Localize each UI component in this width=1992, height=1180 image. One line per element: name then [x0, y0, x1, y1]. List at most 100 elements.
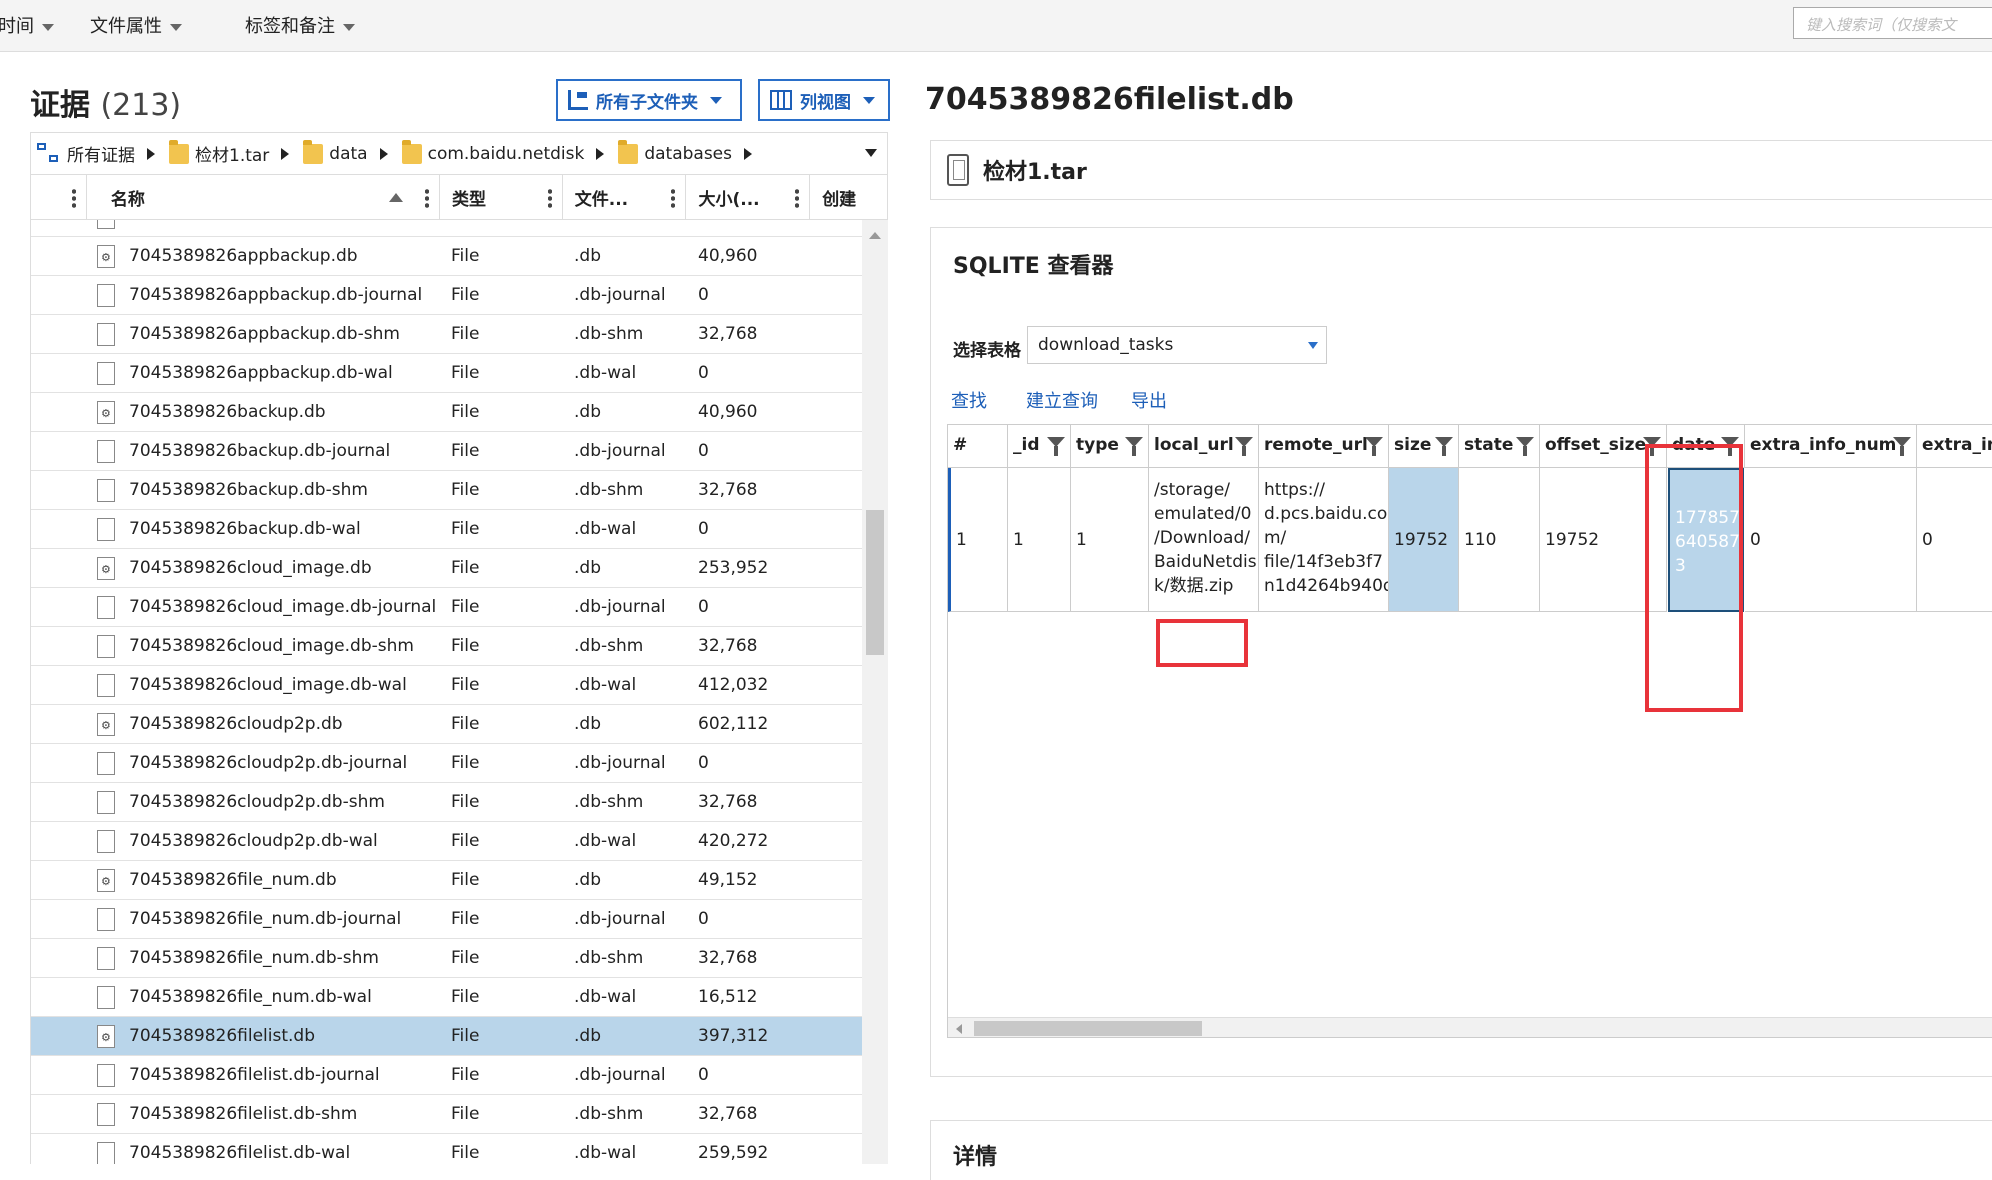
- grid-cell-remote-url[interactable]: https:// d.pcs.baidu.co m/ file/14f3eb3f…: [1259, 468, 1389, 612]
- table-row[interactable]: [31, 220, 862, 237]
- more-vertical-icon[interactable]: [671, 188, 676, 208]
- menu-tags-notes[interactable]: 标签和备注: [245, 12, 355, 38]
- grid-header-num[interactable]: #: [948, 425, 1008, 468]
- filter-icon[interactable]: [1893, 437, 1911, 457]
- table-row[interactable]: 7045389826appbackup.db-shm File .db-shm 32,…: [31, 315, 862, 354]
- file-icon: [97, 362, 115, 385]
- column-header-ext[interactable]: 文件...: [563, 175, 687, 219]
- menu-file-attributes[interactable]: 文件属性: [90, 12, 182, 38]
- scroll-left-icon[interactable]: [956, 1024, 962, 1034]
- filter-icon[interactable]: [1047, 437, 1065, 457]
- column-header-created[interactable]: 创建: [810, 175, 887, 219]
- grid-header-type[interactable]: type: [1071, 425, 1149, 468]
- breadcrumb-item-tar[interactable]: 检材1.tar: [169, 139, 269, 166]
- table-row[interactable]: 7045389826backup.db File .db 40,960: [31, 393, 862, 432]
- filter-icon[interactable]: [1435, 437, 1453, 457]
- filter-icon[interactable]: [1125, 437, 1143, 457]
- table-row[interactable]: 7045389826file_num.db-shm File .db-shm 32,7…: [31, 939, 862, 978]
- table-row[interactable]: 7045389826appbackup.db File .db 40,960: [31, 237, 862, 276]
- grid-cell-state[interactable]: 110: [1459, 468, 1540, 612]
- file-icon: [97, 947, 115, 970]
- grid-cell-local-url[interactable]: /storage/ emulated/0 /Download/ BaiduNet…: [1149, 468, 1259, 612]
- table-row[interactable]: 7045389826cloud_image.db-shm File .db-shm 3…: [31, 627, 862, 666]
- grid-cell-extra-info-num[interactable]: 0: [1745, 468, 1917, 612]
- file-icon: [97, 1064, 115, 1087]
- table-row[interactable]: 7045389826backup.db-shm File .db-shm 32,768: [31, 471, 862, 510]
- breadcrumb-item-data[interactable]: data: [303, 139, 368, 164]
- sqlite-grid[interactable]: # _id type local_url remote_url size sta…: [947, 424, 1992, 1038]
- file-title: 7045389826filelist.db: [925, 82, 1294, 117]
- table-row[interactable]: 7045389826cloudp2p.db File .db 602,112: [31, 705, 862, 744]
- search-placeholder: 键入搜索词（仅搜索文: [1806, 16, 1957, 34]
- scrollbar-thumb[interactable]: [866, 510, 884, 655]
- table-row[interactable]: 7045389826cloudp2p.db-wal File .db-wal 420,…: [31, 822, 862, 861]
- more-vertical-icon[interactable]: [795, 188, 800, 208]
- all-subfolders-button[interactable]: 所有子文件夹: [556, 79, 742, 121]
- table-row[interactable]: 7045389826appbackup.db-journal File .db-jo…: [31, 276, 862, 315]
- table-row[interactable]: 7045389826cloudp2p.db-shm File .db-shm 32,7…: [31, 783, 862, 822]
- table-row[interactable]: 7045389826file_num.db File .db 49,152: [31, 861, 862, 900]
- table-row[interactable]: 7045389826file_num.db-wal File .db-wal 16,5…: [31, 978, 862, 1017]
- breadcrumb-dropdown-icon[interactable]: [865, 149, 877, 157]
- table-row[interactable]: 7045389826backup.db-wal File .db-wal 0: [31, 510, 862, 549]
- table-row[interactable]: 7045389826filelist.db-shm File .db-shm 32,7…: [31, 1095, 862, 1134]
- grid-header-remote-url[interactable]: remote_url: [1259, 425, 1389, 468]
- grid-header-extra-in[interactable]: extra_in: [1917, 425, 1992, 468]
- table-row[interactable]: 7045389826cloud_image.db-wal File .db-wal 4…: [31, 666, 862, 705]
- breadcrumb-item-netdisk[interactable]: com.baidu.netdisk: [401, 139, 584, 164]
- find-link[interactable]: 查找: [951, 387, 987, 413]
- table-row[interactable]: 7045389826file_num.db-journal File .db-jou…: [31, 900, 862, 939]
- file-name-cell: 7045389826cloudp2p.db-shm: [129, 792, 385, 812]
- file-type-cell: File: [451, 714, 480, 734]
- table-row[interactable]: 7045389826cloudp2p.db-journal File .db-jou…: [31, 744, 862, 783]
- scrollbar-thumb[interactable]: [974, 1021, 1202, 1036]
- database-file-icon: [97, 557, 115, 580]
- grid-cell-size[interactable]: 19752: [1389, 468, 1459, 612]
- file-icon: [97, 986, 115, 1009]
- grid-cell-type[interactable]: 1: [1071, 468, 1149, 612]
- scroll-up-icon[interactable]: [869, 232, 881, 239]
- horizontal-scrollbar[interactable]: [948, 1017, 1992, 1037]
- grid-header-label: _id: [1013, 435, 1040, 455]
- grid-cell-id[interactable]: 1: [1008, 468, 1071, 612]
- grid-cell-num[interactable]: 1: [948, 468, 1008, 612]
- more-vertical-icon[interactable]: [71, 188, 76, 208]
- filter-icon[interactable]: [1235, 437, 1253, 457]
- column-menu[interactable]: [31, 175, 87, 219]
- grid-cell-extra-in[interactable]: 0: [1917, 468, 1992, 612]
- search-input[interactable]: 键入搜索词（仅搜索文: [1793, 7, 1992, 39]
- table-row[interactable]: 7045389826filelist.db-journal File .db-jou…: [31, 1056, 862, 1095]
- grid-header-id[interactable]: _id: [1008, 425, 1071, 468]
- breadcrumb-item-databases[interactable]: databases: [618, 139, 732, 164]
- more-vertical-icon[interactable]: [425, 188, 430, 208]
- file-size-cell: 32,768: [698, 636, 758, 656]
- grid-header-local-url[interactable]: local_url: [1149, 425, 1259, 468]
- menu-time[interactable]: 时间: [0, 12, 54, 38]
- grid-header-state[interactable]: state: [1459, 425, 1540, 468]
- grid-header-size[interactable]: size: [1389, 425, 1459, 468]
- table-row[interactable]: 7045389826filelist.db File .db 397,312: [31, 1017, 862, 1056]
- vertical-scrollbar[interactable]: [862, 220, 888, 1164]
- file-ext-cell: .db-shm: [574, 636, 644, 656]
- column-header-name[interactable]: 名称: [87, 175, 441, 219]
- filter-icon[interactable]: [1365, 437, 1383, 457]
- file-ext-cell: .db-wal: [574, 1143, 637, 1163]
- table-row[interactable]: 7045389826backup.db-journal File .db-journ…: [31, 432, 862, 471]
- grid-header-extra-info-num[interactable]: extra_info_num: [1745, 425, 1917, 468]
- table-row[interactable]: 7045389826filelist.db-wal File .db-wal 259,…: [31, 1134, 862, 1164]
- filter-icon[interactable]: [1516, 437, 1534, 457]
- list-view-button[interactable]: 列视图: [758, 79, 890, 121]
- more-vertical-icon[interactable]: [547, 188, 552, 208]
- file-ext-cell: .db-shm: [574, 480, 644, 500]
- table-row[interactable]: 7045389826cloud_image.db-journal File .db-…: [31, 588, 862, 627]
- table-select[interactable]: download_tasks: [1027, 326, 1327, 364]
- build-query-link[interactable]: 建立查询: [1026, 387, 1098, 413]
- file-list[interactable]: 7045389826appbackup.dbFile.db40,96070453…: [30, 220, 862, 1164]
- table-row[interactable]: 7045389826cloud_image.db File .db 253,952: [31, 549, 862, 588]
- breadcrumb-item-all[interactable]: 所有证据: [37, 141, 135, 166]
- chevron-down-icon: [710, 96, 722, 104]
- table-row[interactable]: 7045389826appbackup.db-wal File .db-wal 0: [31, 354, 862, 393]
- column-header-size[interactable]: 大小(...: [686, 175, 811, 219]
- column-header-type[interactable]: 类型: [440, 175, 563, 219]
- export-link[interactable]: 导出: [1131, 387, 1167, 413]
